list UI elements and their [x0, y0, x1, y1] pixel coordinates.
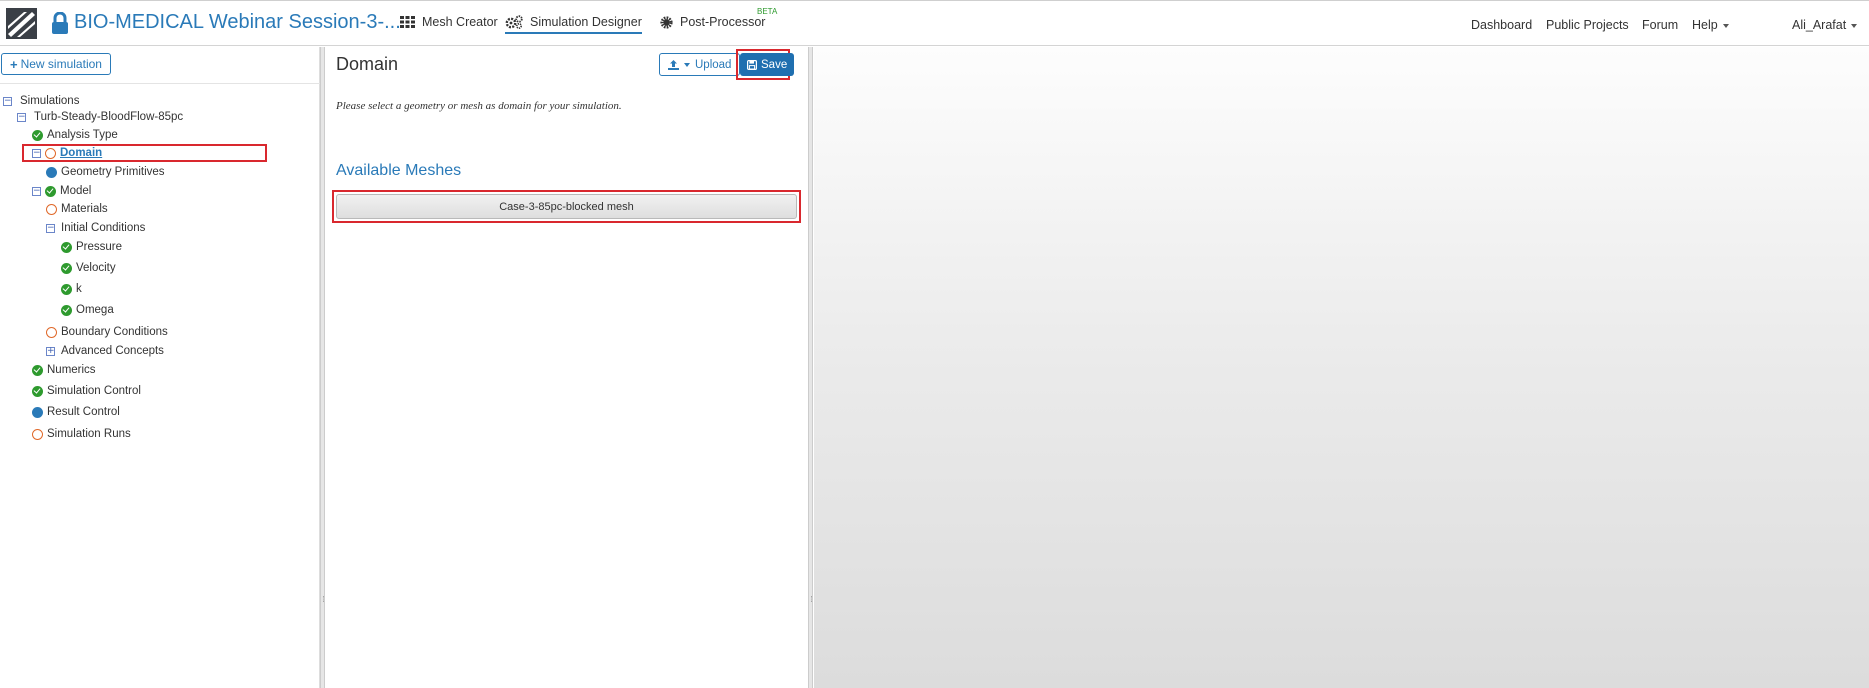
- tree-label: Result Control: [47, 406, 120, 418]
- upload-icon: [668, 59, 679, 70]
- tree-label: Pressure: [76, 241, 123, 253]
- tree-label: Initial Conditions: [61, 222, 146, 234]
- collapse-icon[interactable]: −: [3, 96, 12, 106]
- tree-item-boundary-conditions[interactable]: Boundary Conditions: [46, 324, 168, 340]
- tree-label: Simulation Control: [47, 385, 141, 397]
- tree-item-numerics[interactable]: Numerics: [32, 362, 96, 378]
- plus-icon: +: [10, 56, 18, 72]
- tree-item-simulation-runs[interactable]: Simulation Runs: [32, 426, 131, 442]
- tree-item-omega[interactable]: Omega: [61, 302, 114, 318]
- gears-icon: [505, 15, 523, 29]
- tree-item-domain[interactable]: − Domain: [32, 145, 102, 161]
- right-splitter[interactable]: ⁞: [808, 47, 813, 688]
- domain-panel: Domain Upload Save Please select a geome…: [325, 47, 808, 688]
- check-circle-icon: [45, 185, 56, 197]
- dashboard-link[interactable]: Dashboard: [1471, 18, 1532, 32]
- panel-title: Domain: [336, 54, 399, 74]
- upload-label: Upload: [695, 58, 732, 71]
- tree-item-velocity[interactable]: Velocity: [61, 260, 116, 276]
- floppy-disk-icon: [747, 59, 757, 70]
- expand-icon[interactable]: +: [46, 346, 55, 356]
- cog-icon: [660, 15, 673, 29]
- check-circle-icon: [32, 364, 43, 376]
- upload-button[interactable]: Upload: [659, 53, 741, 76]
- tree-label: Velocity: [76, 262, 116, 274]
- tree-label: Boundary Conditions: [61, 326, 168, 338]
- forum-link[interactable]: Forum: [1642, 18, 1678, 32]
- grid-icon: [400, 16, 415, 28]
- check-circle-icon: [61, 283, 72, 295]
- tree-item-initial-conditions[interactable]: − Initial Conditions: [46, 220, 145, 236]
- pending-circle-icon: [45, 147, 56, 159]
- tree-item-model[interactable]: − Model: [32, 183, 91, 199]
- top-navbar: BIO-MEDICAL Webinar Session-3-... Mesh C…: [0, 0, 1869, 46]
- 3d-viewport[interactable]: [814, 47, 1869, 688]
- collapse-icon[interactable]: −: [46, 223, 55, 233]
- help-menu[interactable]: Help: [1692, 18, 1729, 32]
- collapse-icon[interactable]: −: [32, 148, 41, 158]
- divider: [0, 83, 320, 84]
- save-button[interactable]: Save: [740, 53, 795, 76]
- tree-item-simulation-control[interactable]: Simulation Control: [32, 383, 141, 399]
- tab-mesh-creator-label: Mesh Creator: [422, 15, 498, 29]
- tree-item-result-control[interactable]: Result Control: [32, 404, 120, 420]
- tree-item-materials[interactable]: Materials: [46, 201, 108, 217]
- tree-item-pressure[interactable]: Pressure: [61, 239, 122, 255]
- tab-simulation-designer-label: Simulation Designer: [530, 15, 642, 29]
- tree-label: Turb-Steady-BloodFlow-85pc: [34, 111, 184, 123]
- new-simulation-button[interactable]: + New simulation: [1, 53, 111, 75]
- tree-label: Model: [60, 185, 92, 197]
- help-label: Help: [1692, 18, 1718, 32]
- tree-label: Geometry Primitives: [61, 166, 165, 178]
- pending-circle-icon: [32, 428, 43, 440]
- tree-label: Numerics: [47, 364, 96, 376]
- tab-post-processor[interactable]: Post-Processor: [660, 15, 765, 29]
- tree-item-simulations[interactable]: − Simulations: [3, 93, 79, 109]
- caret-down-icon: [1722, 23, 1729, 28]
- available-meshes-title: Available Meshes: [336, 162, 462, 179]
- pending-circle-icon: [46, 326, 57, 338]
- tree-item-geometry-primitives[interactable]: Geometry Primitives: [46, 164, 165, 180]
- tree-label: Simulation Runs: [47, 428, 131, 440]
- caret-down-icon: [684, 62, 690, 67]
- tree-label: Omega: [76, 304, 114, 316]
- tab-mesh-creator[interactable]: Mesh Creator: [400, 15, 498, 29]
- tab-post-processor-label: Post-Processor: [680, 15, 766, 29]
- info-dot-icon: [32, 406, 43, 418]
- simulation-tree-panel: + New simulation − Simulations − Turb-St…: [0, 47, 320, 688]
- domain-hint: Please select a geometry or mesh as doma…: [336, 100, 622, 112]
- info-dot-icon: [46, 166, 57, 178]
- collapse-icon[interactable]: −: [32, 186, 41, 196]
- tree-item-analysis-type[interactable]: Analysis Type: [32, 127, 118, 143]
- tree-item-advanced-concepts[interactable]: + Advanced Concepts: [46, 343, 164, 359]
- check-circle-icon: [61, 241, 72, 253]
- check-circle-icon: [32, 385, 43, 397]
- check-circle-icon: [61, 262, 72, 274]
- simscale-logo-icon[interactable]: [6, 8, 37, 39]
- tree-label: k: [76, 283, 82, 295]
- tree-item-k[interactable]: k: [61, 281, 82, 297]
- new-simulation-label: New simulation: [20, 57, 102, 71]
- mesh-option-button[interactable]: Case-3-85pc-blocked mesh: [336, 194, 797, 219]
- beta-badge: BETA: [757, 7, 778, 16]
- tab-simulation-designer[interactable]: Simulation Designer: [505, 15, 642, 34]
- tree-label: Analysis Type: [47, 129, 118, 141]
- user-name: Ali_Arafat: [1792, 18, 1847, 32]
- check-circle-icon: [61, 304, 72, 316]
- check-circle-icon: [32, 129, 43, 141]
- pending-circle-icon: [46, 203, 57, 215]
- collapse-icon[interactable]: −: [17, 112, 26, 122]
- caret-down-icon: [1851, 23, 1858, 28]
- save-label: Save: [761, 58, 788, 71]
- user-menu[interactable]: Ali_Arafat: [1792, 18, 1858, 32]
- tree-label: Simulations: [20, 95, 80, 107]
- tree-label: Advanced Concepts: [61, 345, 164, 357]
- tree-item-simulation[interactable]: − Turb-Steady-BloodFlow-85pc: [17, 109, 183, 125]
- project-title[interactable]: BIO-MEDICAL Webinar Session-3-...: [74, 11, 401, 34]
- lock-icon: [52, 12, 68, 34]
- tree-label-domain[interactable]: Domain: [60, 147, 102, 159]
- tree-label: Materials: [61, 203, 108, 215]
- public-projects-link[interactable]: Public Projects: [1546, 18, 1629, 32]
